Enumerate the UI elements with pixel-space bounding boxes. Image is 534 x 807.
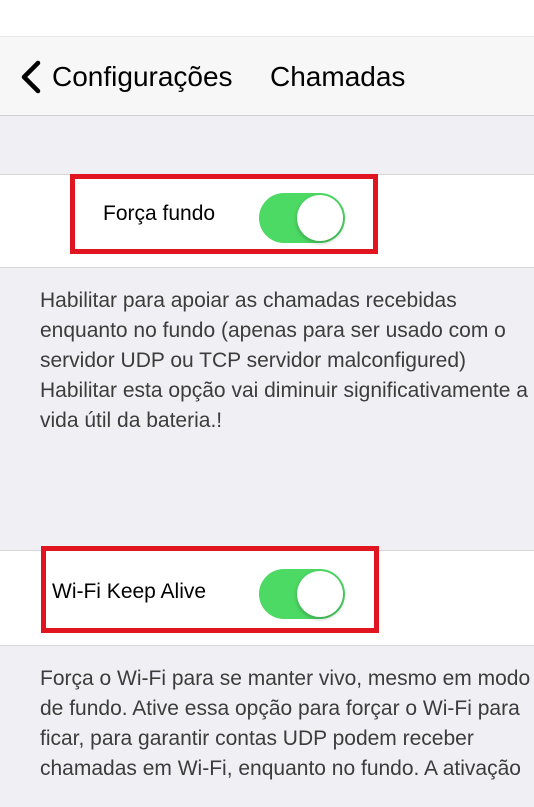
navigation-bar: Configurações Chamadas (0, 37, 534, 116)
setting-description: Habilitar para apoiar as chamadas recebi… (40, 289, 528, 432)
page-title: Chamadas (270, 61, 406, 92)
back-button[interactable]: Configurações (18, 59, 233, 95)
highlight-box (41, 546, 379, 633)
setting-description: Força o Wi-Fi para se manter vivo, mesmo… (40, 667, 531, 780)
status-bar-area (0, 0, 534, 37)
back-label: Configurações (52, 61, 233, 92)
highlight-box (70, 174, 378, 254)
chevron-left-icon (21, 60, 41, 94)
